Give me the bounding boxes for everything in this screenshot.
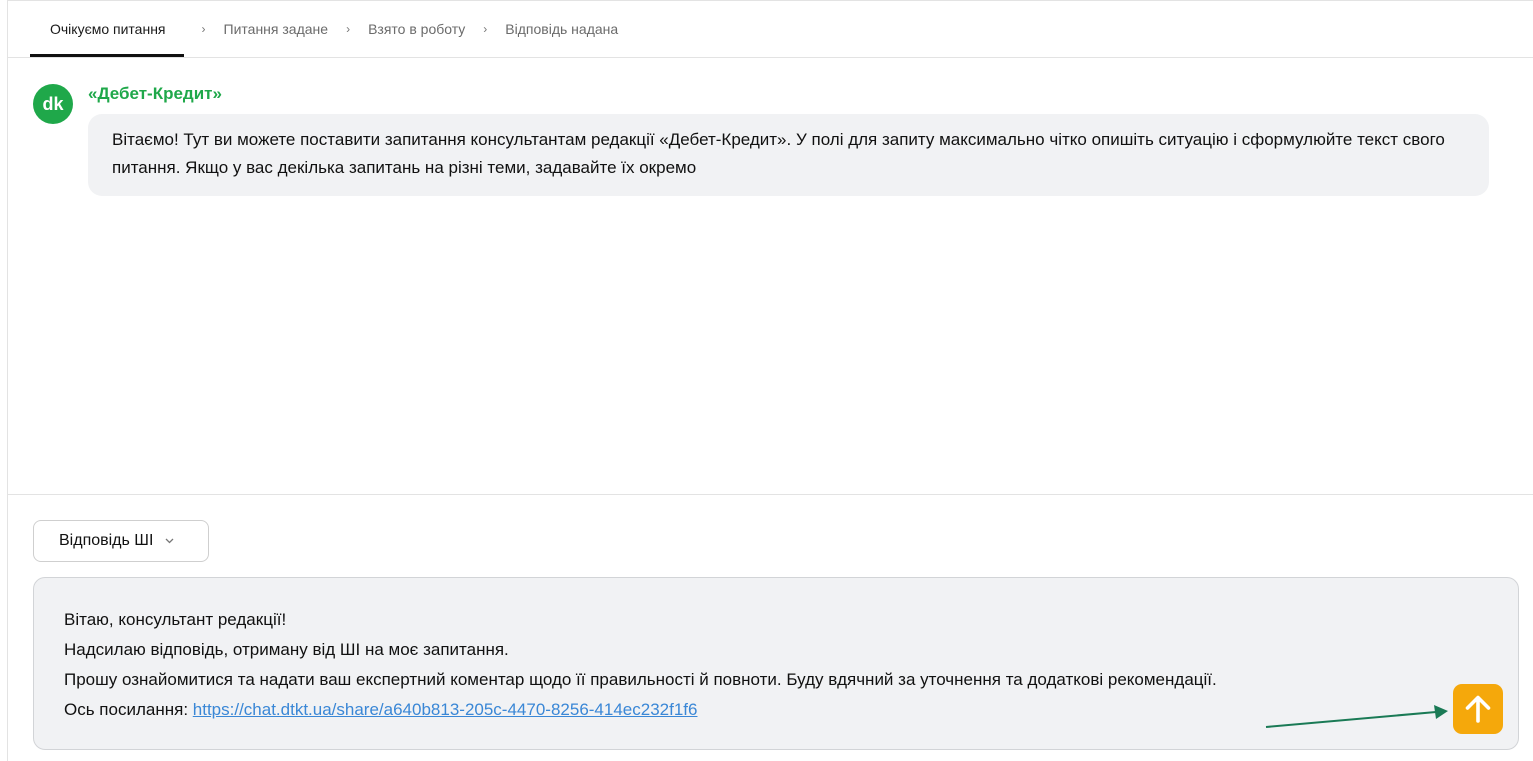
step-answer-given[interactable]: Відповідь надана (505, 0, 618, 57)
status-stepper: Очікуємо питання › Питання задане › Взят… (30, 0, 618, 57)
chevron-right-icon: › (346, 21, 351, 36)
message-line: Вітаю, консультант редакції! (64, 610, 287, 629)
share-link[interactable]: https://chat.dtkt.ua/share/a640b813-205c… (193, 700, 698, 719)
arrow-up-icon (1465, 695, 1491, 723)
composer-divider (8, 494, 1533, 495)
step-in-progress[interactable]: Взято в роботу (368, 0, 465, 57)
left-border (7, 0, 8, 761)
send-button[interactable] (1453, 684, 1503, 734)
step-awaiting-question[interactable]: Очікуємо питання (30, 0, 184, 57)
dropdown-label: Відповідь ШІ (59, 532, 154, 549)
link-prefix: Ось посилання: (64, 700, 193, 719)
message-sender: «Дебет-Кредит» (88, 84, 222, 103)
chevron-right-icon: › (201, 21, 206, 36)
annotation-arrow (1265, 705, 1448, 728)
step-question-asked[interactable]: Питання задане (224, 0, 329, 57)
answer-mode-dropdown[interactable]: Відповідь ШІ (33, 520, 209, 562)
message-line: Прошу ознайомитися та надати ваш експерт… (64, 670, 1217, 689)
header-divider (8, 57, 1533, 58)
avatar: dk (33, 84, 73, 124)
message-bubble: Вітаємо! Тут ви можете поставити запитан… (88, 114, 1489, 196)
chevron-right-icon: › (483, 21, 488, 36)
message-line: Надсилаю відповідь, отриману від ШІ на м… (64, 640, 509, 659)
chevron-down-icon (165, 538, 174, 544)
